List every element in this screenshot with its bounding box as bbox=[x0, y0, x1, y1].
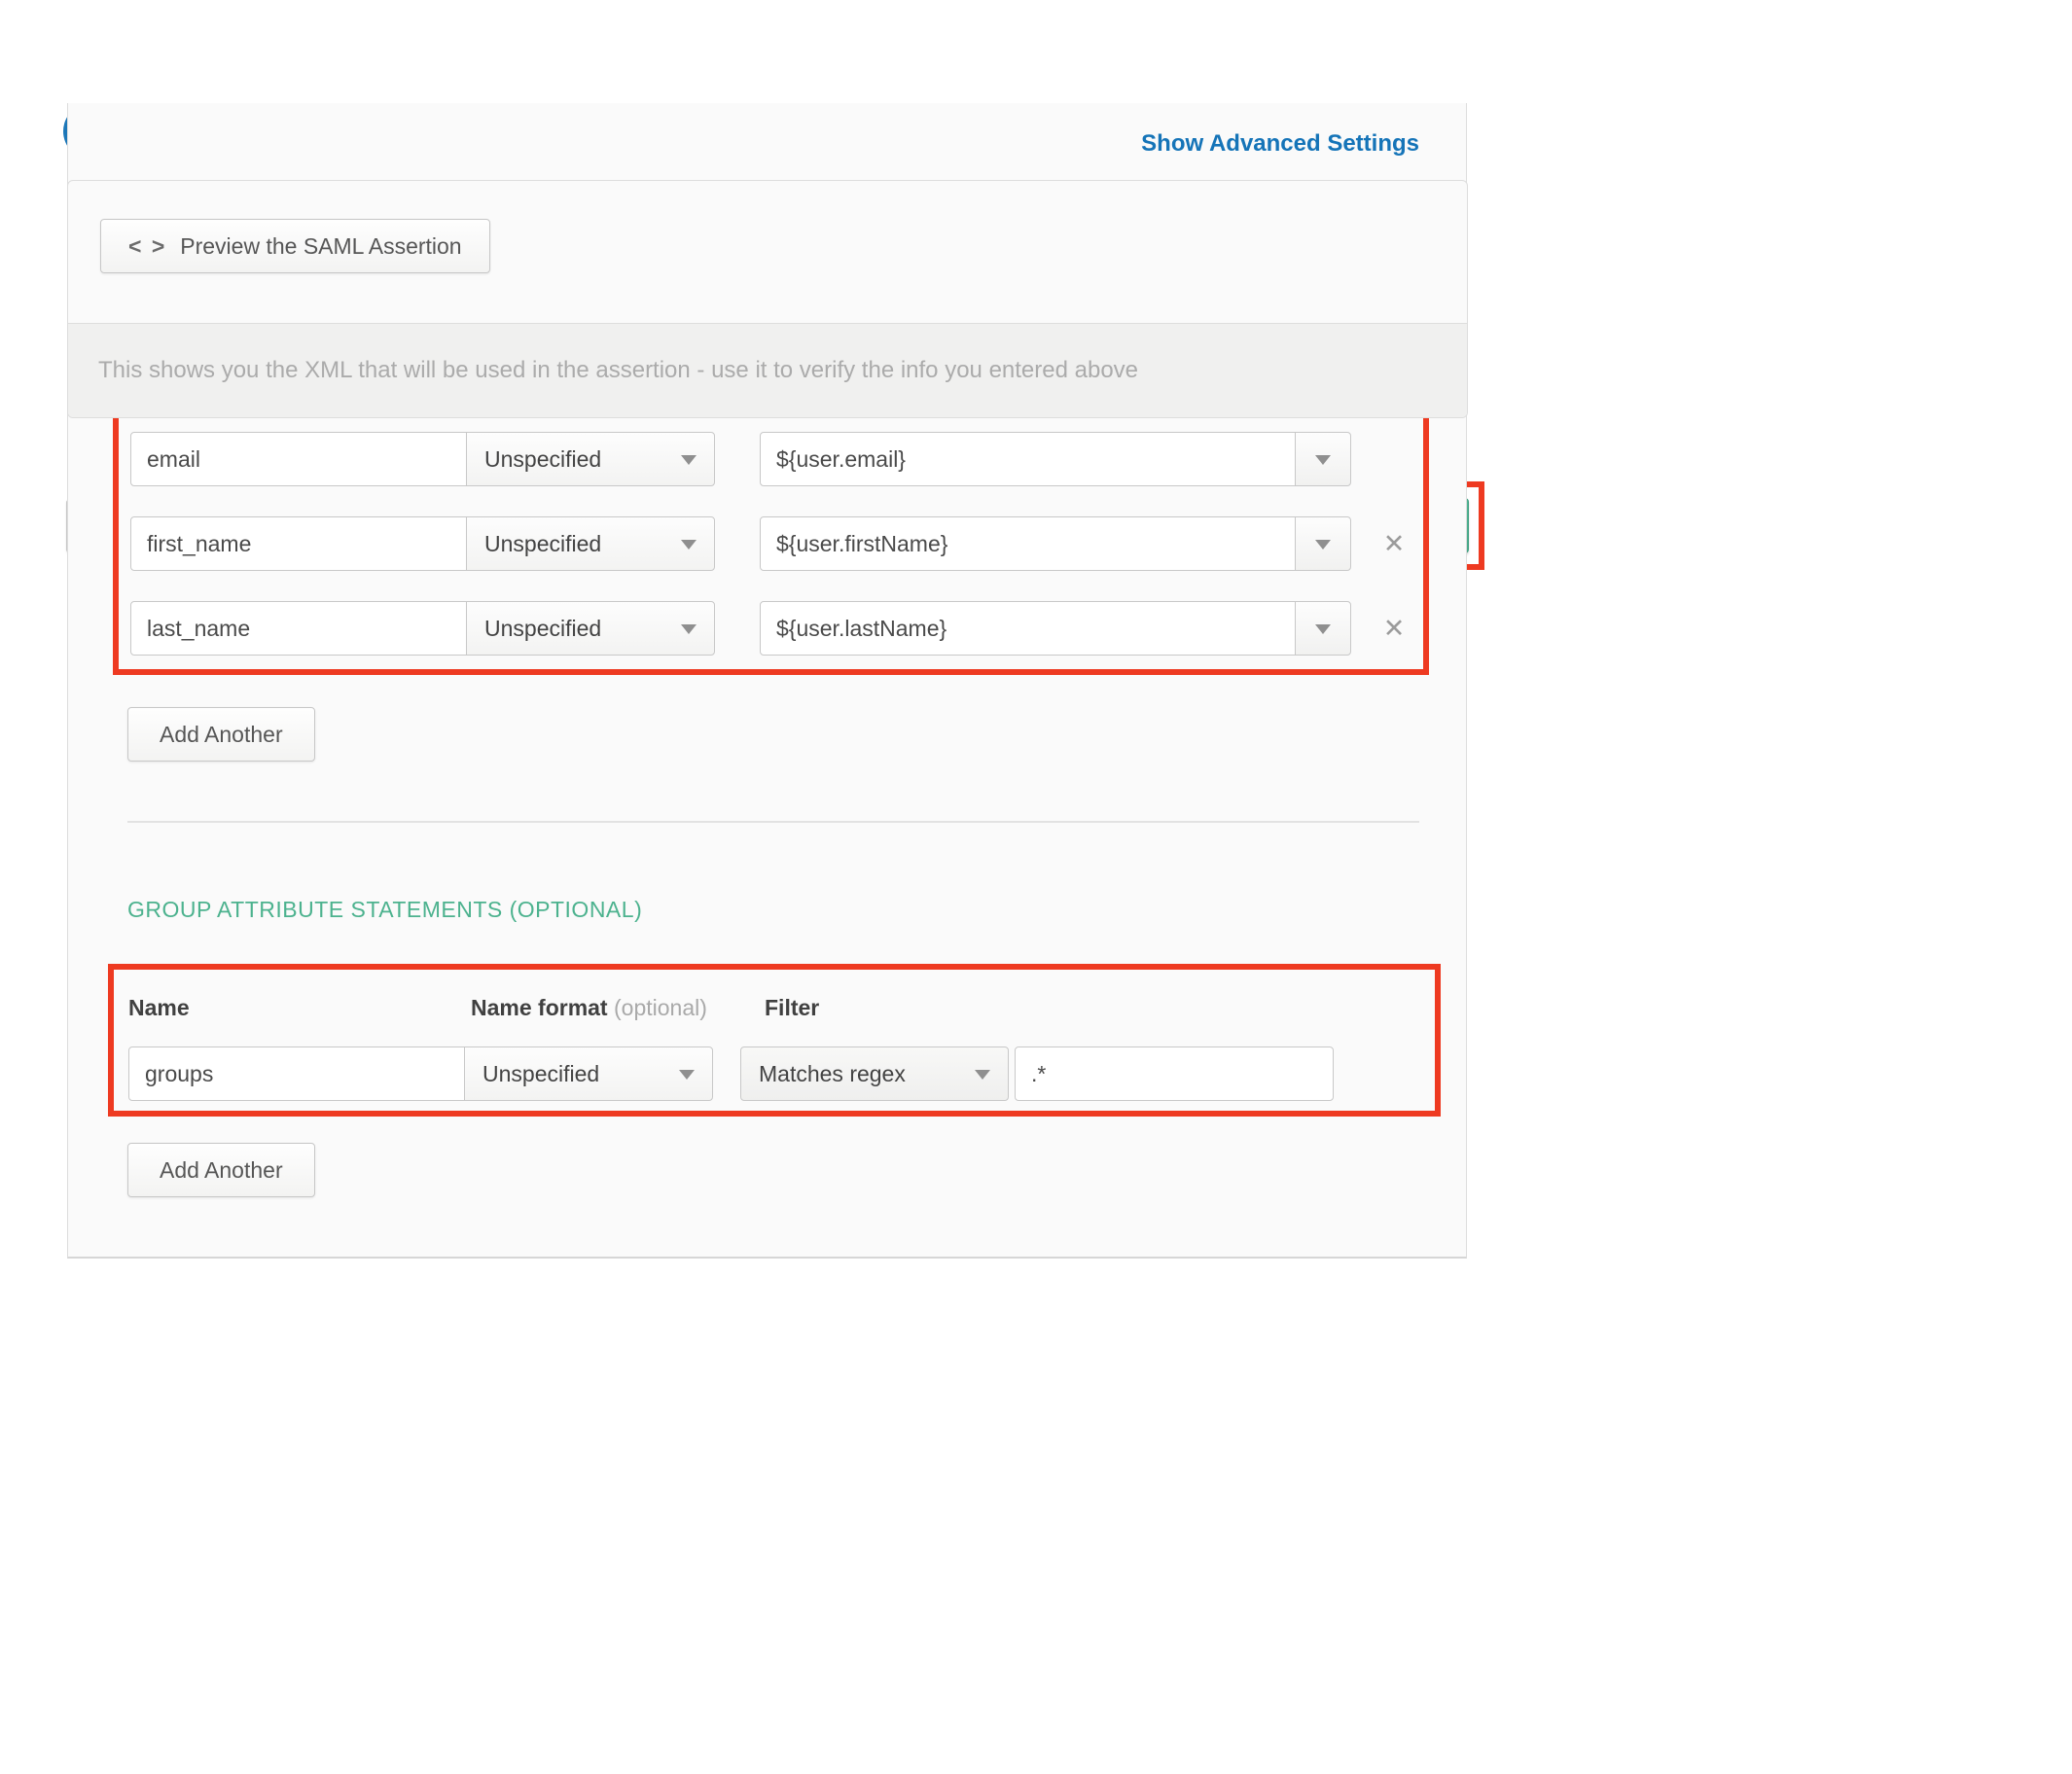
attribute-value-dropdown-button[interactable] bbox=[1295, 432, 1351, 486]
chevron-down-icon bbox=[975, 1070, 990, 1080]
attribute-value-combo bbox=[760, 601, 1351, 656]
filter-value-input[interactable] bbox=[1015, 1047, 1334, 1101]
remove-row-button[interactable]: ✕ bbox=[1376, 526, 1411, 561]
attribute-row-last-name: Unspecified ✕ bbox=[130, 601, 1411, 656]
column-name-label: Name bbox=[128, 995, 471, 1021]
attribute-value-dropdown-button[interactable] bbox=[1295, 516, 1351, 571]
group-column-headers: Name Name format (optional) Filter bbox=[128, 995, 1423, 1021]
add-another-group-attribute-button[interactable]: Add Another bbox=[127, 1143, 315, 1197]
group-attribute-statements-title: GROUP ATTRIBUTE STATEMENTS (OPTIONAL) bbox=[127, 897, 642, 923]
group-attribute-statements-header: GROUP ATTRIBUTE STATEMENTS (OPTIONAL) bbox=[127, 897, 1410, 923]
preview-assertion-panel: < > Preview the SAML Assertion This shows… bbox=[67, 180, 1468, 418]
chevron-down-icon bbox=[681, 540, 697, 550]
divider bbox=[127, 821, 1419, 823]
attribute-value-combo bbox=[760, 432, 1351, 486]
chevron-down-icon bbox=[1315, 540, 1331, 550]
group-name-input[interactable] bbox=[128, 1047, 465, 1101]
chevron-down-icon bbox=[1315, 624, 1331, 634]
preview-saml-assertion-label: Preview the SAML Assertion bbox=[180, 233, 461, 259]
code-icon: < > bbox=[128, 233, 166, 259]
attribute-value-combo bbox=[760, 516, 1351, 571]
name-format-select[interactable]: Unspecified bbox=[466, 432, 715, 486]
attribute-row-email: Unspecified bbox=[130, 432, 1411, 486]
attribute-name-input[interactable] bbox=[130, 432, 467, 486]
remove-row-button[interactable]: ✕ bbox=[1376, 611, 1411, 646]
chevron-down-icon bbox=[681, 624, 697, 634]
preview-assertion-footer-note: This shows you the XML that will be used… bbox=[68, 323, 1467, 417]
add-another-attribute-button[interactable]: Add Another bbox=[127, 707, 315, 762]
group-attribute-row: Unspecified Matches regex bbox=[128, 1047, 1423, 1101]
attribute-value-input[interactable] bbox=[760, 516, 1296, 571]
attribute-value-input[interactable] bbox=[760, 432, 1296, 486]
attribute-name-input[interactable] bbox=[130, 601, 467, 656]
page: Show Advanced Settings ATTRIBUTE STATEME… bbox=[0, 103, 2072, 1774]
column-filter-label: Filter bbox=[765, 995, 819, 1021]
name-format-selected-value: Unspecified bbox=[465, 1061, 599, 1087]
preview-saml-assertion-button[interactable]: < > Preview the SAML Assertion bbox=[100, 219, 490, 273]
attribute-row-first-name: Unspecified ✕ bbox=[130, 516, 1411, 571]
name-format-select[interactable]: Unspecified bbox=[466, 601, 715, 656]
filter-operator-select[interactable]: Matches regex bbox=[740, 1047, 1009, 1101]
name-format-selected-value: Unspecified bbox=[467, 616, 601, 642]
attribute-value-dropdown-button[interactable] bbox=[1295, 601, 1351, 656]
optional-hint: (optional) bbox=[614, 995, 707, 1020]
filter-operator-selected-value: Matches regex bbox=[741, 1061, 906, 1087]
preview-assertion-panel-body: < > Preview the SAML Assertion bbox=[68, 181, 1467, 323]
show-advanced-settings-link[interactable]: Show Advanced Settings bbox=[1141, 130, 1419, 157]
name-format-selected-value: Unspecified bbox=[467, 446, 601, 473]
name-format-select[interactable]: Unspecified bbox=[466, 516, 715, 571]
attribute-value-input[interactable] bbox=[760, 601, 1296, 656]
chevron-down-icon bbox=[679, 1070, 695, 1080]
annotation-box-group-attribute-statements: Name Name format (optional) Filter Unspe… bbox=[108, 964, 1441, 1117]
chevron-down-icon bbox=[1315, 455, 1331, 465]
name-format-select[interactable]: Unspecified bbox=[464, 1047, 713, 1101]
attribute-name-input[interactable] bbox=[130, 516, 467, 571]
name-format-selected-value: Unspecified bbox=[467, 531, 601, 557]
chevron-down-icon bbox=[681, 455, 697, 465]
advanced-settings-row: Show Advanced Settings bbox=[68, 103, 1466, 158]
column-name-format-label: Name format (optional) bbox=[471, 995, 765, 1021]
